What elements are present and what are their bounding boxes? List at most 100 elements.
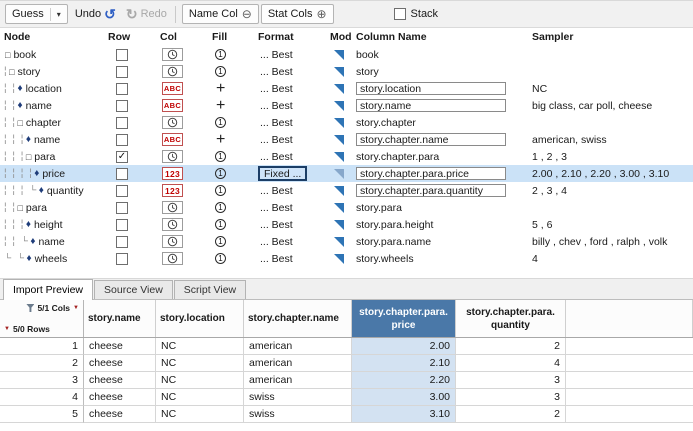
tree-row-story[interactable]: ¦□story1... Beststory [0,63,693,80]
preview-cell[interactable] [566,406,693,423]
preview-cell[interactable]: 2 [456,406,566,423]
fill-once-icon[interactable]: 1 [215,185,226,196]
preview-row[interactable]: 3cheeseNCamerican2.203 [0,372,693,389]
fill-once-icon[interactable]: 1 [215,49,226,60]
character-type-icon[interactable]: ABC [162,133,183,146]
row-checkbox[interactable] [116,168,128,180]
row-checkbox[interactable] [116,236,128,248]
row-number[interactable]: 5 [0,406,84,423]
modeling-type-icon[interactable] [334,101,344,111]
preview-cell[interactable]: cheese [84,406,156,423]
format-value[interactable]: ... Best [258,116,295,129]
preview-cell[interactable]: 3 [456,389,566,406]
datetime-type-icon[interactable] [162,48,183,61]
tab-script-view[interactable]: Script View [174,280,246,299]
preview-cell[interactable]: cheese [84,372,156,389]
format-value[interactable]: ... Best [258,65,295,78]
format-value[interactable]: ... Best [258,252,295,265]
modeling-type-icon[interactable] [334,220,344,230]
preview-cell[interactable] [566,338,693,355]
stack-checkbox[interactable] [394,8,406,20]
preview-cell[interactable]: NC [156,372,244,389]
modeling-type-icon[interactable] [334,118,344,128]
fill-expand-icon[interactable]: + [216,81,225,97]
character-type-icon[interactable]: ABC [162,99,183,112]
column-name-input[interactable]: story.name [356,99,506,112]
fill-once-icon[interactable]: 1 [215,117,226,128]
fill-once-icon[interactable]: 1 [215,151,226,162]
format-value[interactable]: ... Best [258,150,295,163]
format-value[interactable]: ... Best [258,184,295,197]
preview-col-header-3[interactable]: story.chapter.para.price [352,300,456,337]
row-checkbox[interactable] [116,185,128,197]
numeric-type-icon[interactable]: 123 [162,167,183,180]
column-name-input[interactable]: story.chapter.para.price [356,167,506,180]
datetime-type-icon[interactable] [162,116,183,129]
modeling-type-icon[interactable] [334,67,344,77]
row-checkbox[interactable] [116,49,128,61]
column-name-input[interactable]: story.chapter.para.quantity [356,184,506,197]
format-value[interactable]: ... Best [258,201,295,214]
tree-row-story.name[interactable]: ¦ ¦♦nameABC+... Beststory.namebig class,… [0,97,693,114]
preview-cell[interactable]: 3.10 [352,406,456,423]
modeling-type-icon[interactable] [334,186,344,196]
preview-cell[interactable]: NC [156,338,244,355]
preview-cell[interactable]: 2 [456,338,566,355]
modeling-type-icon[interactable] [334,254,344,264]
datetime-type-icon[interactable] [162,252,183,265]
preview-cell[interactable]: american [244,372,352,389]
preview-cell[interactable]: 2.10 [352,355,456,372]
row-number[interactable]: 1 [0,338,84,355]
format-value[interactable]: ... Best [258,99,295,112]
columns-filter-funnel-icon[interactable] [26,304,34,312]
datetime-type-icon[interactable] [162,218,183,231]
preview-cell[interactable]: american [244,338,352,355]
row-checkbox[interactable] [116,83,128,95]
tree-row-story.para.height[interactable]: ¦ ¦ ¦♦height1... Beststory.para.height5 … [0,216,693,233]
tree-row-story.para.name[interactable]: ¦ ¦ └♦name1... Beststory.para.namebilly … [0,233,693,250]
preview-row[interactable]: 2cheeseNCamerican2.104 [0,355,693,372]
preview-col-header-5[interactable] [566,300,693,337]
column-name-input[interactable]: story.location [356,82,506,95]
format-value[interactable]: ... Best [258,48,295,61]
format-value[interactable]: ... Best [258,82,295,95]
datetime-type-icon[interactable] [162,235,183,248]
preview-cell[interactable] [566,389,693,406]
numeric-type-icon[interactable]: 123 [162,184,183,197]
tree-row-story.chapter.para[interactable]: ¦ ¦ ¦□para✓1... Beststory.chapter.para1 … [0,148,693,165]
format-value[interactable]: ... Best [258,133,295,146]
preview-cell[interactable] [566,372,693,389]
tree-row-book[interactable]: □book1... Bestbook [0,46,693,63]
row-checkbox[interactable] [116,100,128,112]
undo-button[interactable]: Undo ↺ [70,4,121,24]
preview-cell[interactable] [566,355,693,372]
format-value[interactable]: Fixed ... [258,166,307,181]
column-name-input[interactable]: story.chapter.name [356,133,506,146]
datetime-type-icon[interactable] [162,201,183,214]
tree-row-story.location[interactable]: ¦ ¦♦locationABC+... Beststory.locationNC [0,80,693,97]
modeling-type-icon[interactable] [334,152,344,162]
preview-cell[interactable]: NC [156,389,244,406]
preview-cell[interactable]: 2.20 [352,372,456,389]
row-checkbox[interactable]: ✓ [116,151,128,163]
fill-once-icon[interactable]: 1 [215,236,226,247]
modeling-type-icon[interactable] [334,84,344,94]
preview-cell[interactable]: 3 [456,372,566,389]
character-type-icon[interactable]: ABC [162,82,183,95]
tree-row-story.wheels[interactable]: └ └♦wheels1... Beststory.wheels4 [0,250,693,267]
tree-row-story.chapter.para.quantity[interactable]: ¦ ¦ ¦ └♦quantity1231... Beststory.chapte… [0,182,693,199]
modeling-type-icon[interactable] [334,135,344,145]
row-checkbox[interactable] [116,219,128,231]
preview-cell[interactable]: 2.00 [352,338,456,355]
row-checkbox[interactable] [116,117,128,129]
fill-once-icon[interactable]: 1 [215,253,226,264]
modeling-type-icon[interactable] [334,237,344,247]
tree-row-story.para[interactable]: ¦ ¦□para1... Beststory.para [0,199,693,216]
rows-count-badge[interactable]: 5/0 Rows [13,324,50,334]
preview-cell[interactable]: cheese [84,389,156,406]
row-number[interactable]: 2 [0,355,84,372]
columns-menu-caret-icon[interactable]: ▼ [73,305,79,311]
row-checkbox[interactable] [116,202,128,214]
row-number[interactable]: 3 [0,372,84,389]
preview-cell[interactable]: american [244,355,352,372]
